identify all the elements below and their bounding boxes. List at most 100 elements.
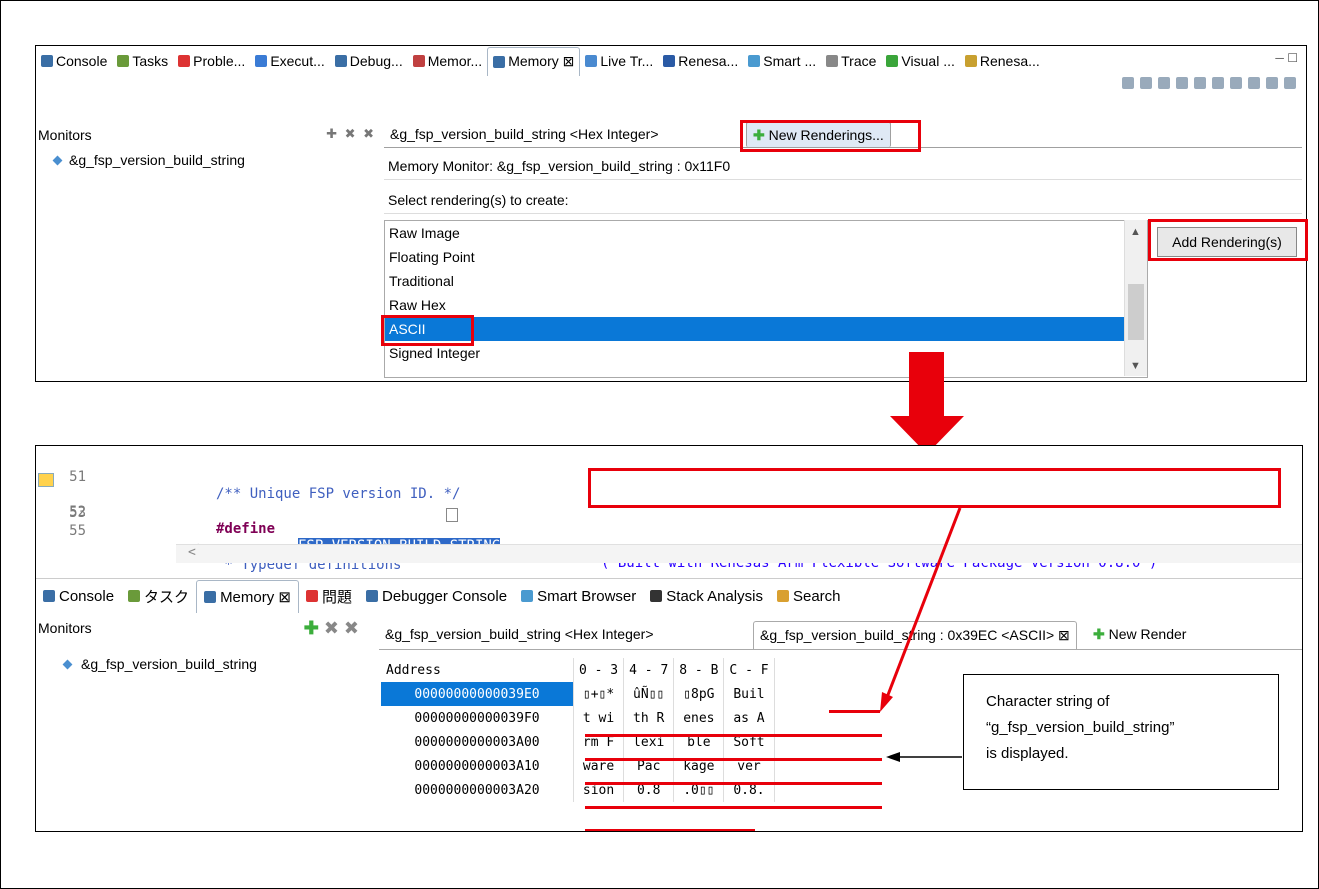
column-header: 0 - 3 bbox=[573, 658, 625, 682]
scroll-left-icon[interactable]: < bbox=[188, 545, 196, 560]
view-tab[interactable]: Memory ⊠ bbox=[196, 579, 299, 613]
note-line: is displayed. bbox=[986, 745, 1069, 762]
address-cell[interactable]: 00000000000039E0 bbox=[381, 682, 574, 706]
toolbar-icon[interactable] bbox=[1284, 77, 1296, 89]
rendering-option[interactable]: Raw Image bbox=[385, 221, 1147, 245]
scroll-up-icon[interactable]: ▲ bbox=[1130, 226, 1141, 238]
rendering-option[interactable]: Floating Point bbox=[385, 245, 1147, 269]
memory-view-top: Console Tasks Proble... Execut... Debug... Me… bbox=[35, 45, 1307, 382]
add-rendering-button[interactable]: Add Rendering(s) bbox=[1157, 227, 1297, 257]
address-cell[interactable]: 00000000000039F0 bbox=[381, 706, 574, 730]
view-tab-icon bbox=[412, 55, 425, 67]
memory-cell[interactable]: ▯8pG bbox=[673, 682, 725, 706]
view-tab[interactable]: Visual ... bbox=[881, 48, 959, 74]
new-renderings-label: New Renderings... bbox=[768, 127, 884, 143]
tab-hex-integer[interactable]: &g_fsp_version_build_string <Hex Integer… bbox=[384, 122, 665, 146]
toolbar-icon[interactable] bbox=[1140, 77, 1152, 89]
rendering-option[interactable]: Raw Hex bbox=[385, 293, 1147, 317]
view-tab[interactable]: Live Tr... bbox=[580, 48, 658, 74]
table-row[interactable]: 00000000000039F0 t wi th Renes as A bbox=[381, 706, 775, 730]
view-tab[interactable]: Smart ... bbox=[743, 48, 821, 74]
view-tab[interactable]: Tasks bbox=[112, 48, 173, 74]
memory-cell[interactable]: ▯+▯* bbox=[573, 682, 625, 706]
view-tab-icon bbox=[204, 590, 217, 603]
monitor-item-label: &g_fsp_version_build_string bbox=[69, 152, 245, 168]
column-header: 8 - B bbox=[673, 658, 725, 682]
view-tab[interactable]: Console bbox=[36, 48, 112, 74]
monitor-item[interactable]: &g_fsp_version_build_string bbox=[62, 656, 257, 672]
view-tab[interactable]: Console bbox=[36, 581, 121, 611]
view-tab[interactable]: Search bbox=[770, 581, 848, 611]
view-tab[interactable]: Execut... bbox=[250, 48, 329, 74]
rendering-list[interactable]: Raw Image Floating Point Traditional Raw He… bbox=[384, 220, 1148, 378]
table-row[interactable]: 00000000000039E0 ▯+▯* ûÑ▯▯ ▯8pG Buil bbox=[381, 682, 775, 706]
rendering-list-scrollbar[interactable]: ▲ ▼ bbox=[1124, 220, 1147, 376]
select-rendering-prompt: Select rendering(s) to create: bbox=[384, 186, 1302, 214]
note-line: Character string of bbox=[986, 693, 1110, 710]
memory-cell[interactable]: Buil bbox=[723, 682, 775, 706]
toolbar-icon[interactable] bbox=[1266, 77, 1278, 89]
scroll-down-icon[interactable]: ▼ bbox=[1130, 360, 1141, 372]
add-monitor-icon[interactable]: ✚ bbox=[304, 618, 324, 638]
monitors-label: Monitors bbox=[38, 620, 92, 636]
view-tab[interactable]: 問題 bbox=[299, 581, 359, 611]
view-tab[interactable]: Memor... bbox=[408, 48, 487, 74]
editor-hscrollbar[interactable]: < bbox=[176, 544, 1302, 563]
tab-ascii[interactable]: &g_fsp_version_build_string : 0x39EC <AS… bbox=[753, 621, 1077, 649]
monitor-controls[interactable]: ✚ ✖ ✖ bbox=[326, 126, 376, 142]
rendering-option[interactable]: Traditional bbox=[385, 269, 1147, 293]
toolbar-icon[interactable] bbox=[1248, 77, 1260, 89]
window-controls[interactable]: ─ ☐ bbox=[1275, 51, 1298, 65]
memory-cell[interactable]: as A bbox=[723, 706, 775, 730]
underline-annotation bbox=[585, 806, 882, 809]
view-tab-label: Renesa... bbox=[678, 53, 739, 69]
view-tab-icon bbox=[650, 590, 663, 602]
underline-annotation bbox=[585, 734, 882, 737]
monitor-controls[interactable]: ✚✖✖ bbox=[304, 618, 364, 639]
view-tab-label: Memory ⊠ bbox=[220, 588, 291, 606]
toolbar-icon[interactable] bbox=[1194, 77, 1206, 89]
memory-table: Address 0 - 34 - 78 - BC - F 0000000000003… bbox=[381, 658, 775, 802]
toolbar-icon[interactable] bbox=[1212, 77, 1224, 89]
toolbar-icon[interactable] bbox=[1230, 77, 1242, 89]
view-tab-icon bbox=[128, 590, 141, 602]
memory-cell[interactable]: ûÑ▯▯ bbox=[623, 682, 675, 706]
view-tab-label: Stack Analysis bbox=[666, 587, 763, 605]
view-tab[interactable]: Stack Analysis bbox=[643, 581, 770, 611]
view-tab[interactable]: タスク bbox=[121, 581, 196, 611]
view-tab[interactable]: Memory ⊠ bbox=[487, 46, 581, 76]
view-tab-icon bbox=[334, 55, 347, 67]
callout-note: Character string of “g_fsp_version_build… bbox=[963, 674, 1279, 790]
memory-cell[interactable]: t wi bbox=[573, 706, 625, 730]
toolbar-icon[interactable] bbox=[1176, 77, 1188, 89]
view-tab-label: Memor... bbox=[427, 53, 483, 69]
address-cell[interactable]: 0000000000003A20 bbox=[381, 778, 574, 802]
view-tab-label: Renesa... bbox=[979, 53, 1040, 69]
monitor-item[interactable]: &g_fsp_version_build_string bbox=[52, 152, 245, 168]
memory-cell[interactable]: th R bbox=[623, 706, 675, 730]
address-cell[interactable]: 0000000000003A10 bbox=[381, 754, 574, 778]
view-tab-label: 問題 bbox=[321, 588, 352, 606]
rendering-option[interactable]: Signed Integer bbox=[385, 341, 1147, 365]
view-tab-label: Smart Browser bbox=[537, 587, 637, 605]
view-tab[interactable]: Renesa... bbox=[960, 48, 1045, 74]
rendering-option[interactable]: ASCII bbox=[385, 317, 1147, 341]
view-tab-icon bbox=[43, 590, 55, 602]
view-tab[interactable]: Trace bbox=[821, 48, 881, 74]
view-tab[interactable]: Debugger Console bbox=[359, 581, 514, 611]
view-tab[interactable]: Debug... bbox=[330, 48, 408, 74]
view-tab[interactable]: Proble... bbox=[173, 48, 250, 74]
toolbar-icon[interactable] bbox=[1158, 77, 1170, 89]
toolbar-icon[interactable] bbox=[1122, 77, 1134, 89]
scroll-thumb[interactable] bbox=[1128, 284, 1144, 340]
underline-annotation bbox=[829, 710, 880, 713]
collapsed-block-icon[interactable] bbox=[446, 508, 458, 522]
new-render-tab[interactable]: ✚ New Render bbox=[1087, 621, 1193, 648]
monitors-header: Monitors ✚ ✖ ✖ bbox=[36, 124, 376, 146]
view-tab[interactable]: Renesa... bbox=[658, 48, 743, 74]
address-cell[interactable]: 0000000000003A00 bbox=[381, 730, 574, 754]
tab-hex-integer[interactable]: &g_fsp_version_build_string <Hex Integer… bbox=[379, 621, 660, 648]
view-tab[interactable]: Smart Browser bbox=[514, 581, 643, 611]
new-renderings-tab[interactable]: ✚ New Renderings... bbox=[746, 122, 891, 147]
memory-cell[interactable]: enes bbox=[673, 706, 725, 730]
